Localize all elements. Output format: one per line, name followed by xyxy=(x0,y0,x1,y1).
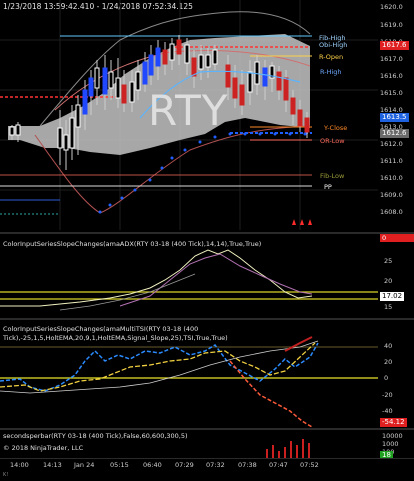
price-axis[interactable]: 1620.0 1619.0 1618.0 1617.0 1616.0 1615.… xyxy=(378,0,414,242)
instrument-watermark: RTY xyxy=(148,86,229,135)
price-tick: 1619.0 xyxy=(380,21,403,29)
tsi-axis-tick: 40 xyxy=(384,342,393,350)
time-tick: 14:00 xyxy=(10,461,29,469)
tsi-panel-title-2: Tick),-25,1,5,HoltEMA,20,9,1,HoltEMA,Sig… xyxy=(3,334,228,342)
time-tick: 14:13 xyxy=(43,461,62,469)
adx-axis-tick: 25 xyxy=(384,257,393,265)
price-tick: 1617.0 xyxy=(380,55,403,63)
or-low-label: OR-Low xyxy=(320,137,345,145)
tsi-panel[interactable]: ColorInputSeriesSlopeChanges(amaMultiTSI… xyxy=(0,321,378,428)
r-open-label: R-Open xyxy=(319,53,344,61)
price-tick: 1616.0 xyxy=(380,72,403,80)
y-close-label: Y-Close xyxy=(324,124,348,132)
copyright-text: © 2018 NinjaTrader, LLC xyxy=(3,444,84,452)
tsi-axis-tick: 0 xyxy=(384,374,389,382)
time-tick: 05:15 xyxy=(110,461,129,469)
adx-panel-title: ColorInputSeriesSlopeChanges(amaADX(RTY … xyxy=(3,240,262,248)
scale-badge: 0 xyxy=(380,234,414,242)
time-tick: 07:47 xyxy=(269,461,288,469)
time-tick: 07:38 xyxy=(238,461,257,469)
adx-value-tag: 17.02 xyxy=(380,292,405,301)
time-tick: 07:32 xyxy=(206,461,225,469)
last-price-tag: 1617.6 xyxy=(380,41,409,50)
pp-label: PP xyxy=(324,183,332,191)
adx-axis-tick: 15 xyxy=(384,303,393,311)
price-tick: 1611.0 xyxy=(380,157,403,165)
tsi-panel-title-1: ColorInputSeriesSlopeChanges(amaMultiTSI… xyxy=(3,325,199,333)
corner-label: K! xyxy=(3,472,9,478)
current-price-tag: 1613.5 xyxy=(380,113,409,122)
seconds-panel-title: secondsperbar(RTY 03-18 (400 Tick),False… xyxy=(3,432,188,440)
tsi-axis-tick: 20 xyxy=(384,358,393,366)
price-tick: 1610.0 xyxy=(380,174,403,182)
time-tick: 07:52 xyxy=(300,461,319,469)
time-tick: 07:29 xyxy=(175,461,194,469)
close-price-tag: 1612.6 xyxy=(380,129,409,138)
price-tick: 1608.0 xyxy=(380,208,403,216)
adx-axis-tick: 20 xyxy=(384,277,393,285)
seconds-axis-tick: 10000 xyxy=(382,432,403,440)
r-high-label: R-High xyxy=(320,68,342,76)
panel-divider[interactable] xyxy=(0,428,414,430)
time-tick: 06:40 xyxy=(143,461,162,469)
time-tick: Jan 24 xyxy=(74,461,95,469)
obi-high-label: Obi-High xyxy=(319,41,348,49)
price-tick: 1609.0 xyxy=(380,191,403,199)
fib-low-label: Fib-Low xyxy=(320,172,345,180)
adx-panel[interactable]: ColorInputSeriesSlopeChanges(amaADX(RTY … xyxy=(0,236,378,316)
tsi-axis-tick: -40 xyxy=(382,407,393,415)
panel-divider[interactable] xyxy=(0,318,414,320)
panel-divider[interactable] xyxy=(0,232,414,234)
tsi-value-tag: -54.12 xyxy=(380,418,407,427)
seconds-axis-tick: 1000 xyxy=(382,440,399,448)
price-tick: 1615.0 xyxy=(380,89,403,97)
seconds-per-bar-panel[interactable]: secondsperbar(RTY 03-18 (400 Tick),False… xyxy=(0,431,378,460)
tsi-axis-tick: -20 xyxy=(382,391,393,399)
price-tick: 1620.0 xyxy=(380,3,403,11)
price-tick: 1612.0 xyxy=(380,140,403,148)
